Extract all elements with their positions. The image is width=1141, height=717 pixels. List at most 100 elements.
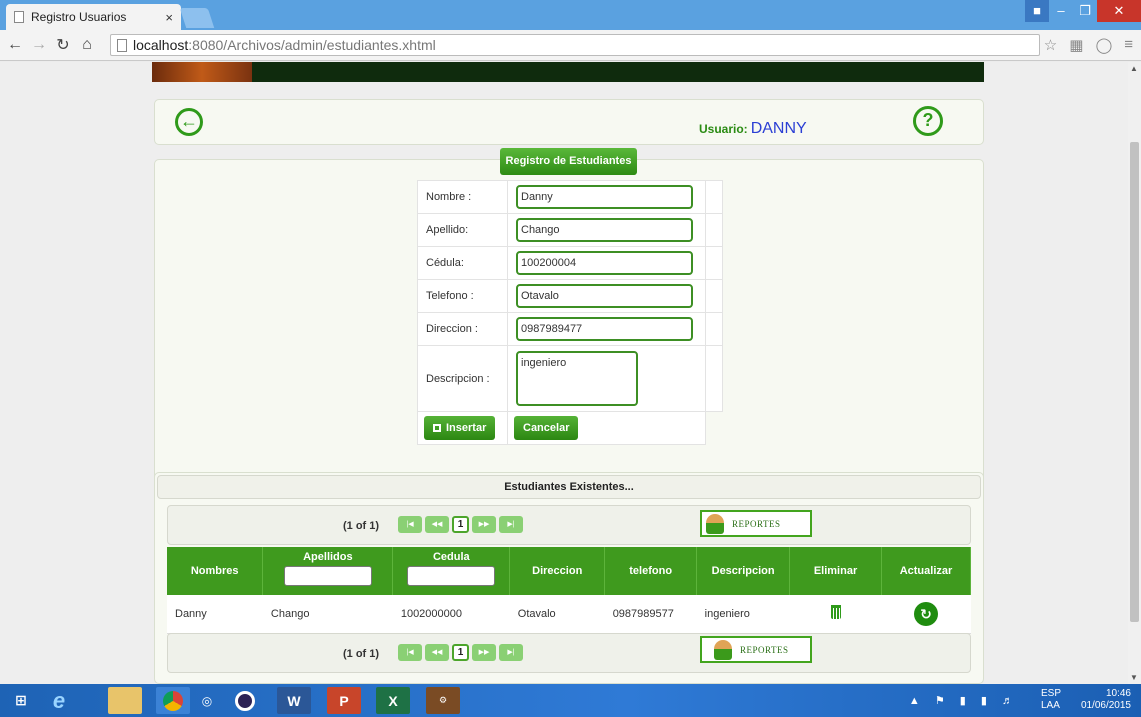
chrome-icon[interactable] [156, 687, 190, 714]
eclipse-icon[interactable] [228, 687, 262, 714]
prev-page-button[interactable]: ◀◀ [425, 644, 449, 661]
refresh-icon[interactable]: ↻ [913, 601, 938, 626]
reload-icon[interactable]: ↻ [54, 35, 72, 55]
telefono-input[interactable]: Otavalo [516, 284, 693, 308]
user-label: Usuario: DANNY [699, 120, 807, 138]
extension-circle-icon[interactable]: ◯ [1095, 36, 1112, 54]
col-cedula[interactable]: Cedula [392, 547, 511, 595]
person-icon [714, 639, 732, 660]
url-input[interactable]: localhost:8080/Archivos/admin/estudiante… [110, 34, 1040, 56]
direccion-input[interactable]: 0987989477 [516, 317, 693, 341]
student-form-panel: Registro de Estudiantes Nombre : Danny A… [154, 148, 984, 511]
url-path: :8080/Archivos/admin/estudiantes.xhtml [188, 37, 436, 53]
apellidos-filter-input[interactable] [283, 566, 372, 586]
cedula-filter-input[interactable] [407, 566, 496, 586]
cedula-input[interactable]: 100200004 [516, 251, 693, 275]
first-page-button[interactable]: |◀ [398, 516, 422, 533]
back-arrow-icon[interactable]: ← [175, 108, 203, 136]
new-tab-button[interactable] [179, 8, 215, 28]
next-page-button[interactable]: ▶▶ [472, 516, 496, 533]
field-label: Nombre : [417, 180, 508, 214]
page-number[interactable]: 1 [452, 644, 469, 661]
person-icon [706, 513, 724, 534]
menu-icon[interactable]: ≡ [1124, 36, 1133, 54]
back-nav-icon[interactable]: ← [6, 36, 24, 54]
prev-page-button[interactable]: ◀◀ [425, 516, 449, 533]
home-icon[interactable]: ⌂ [78, 36, 96, 54]
cancel-button[interactable]: Cancelar [514, 416, 579, 440]
close-window-icon[interactable]: ✕ [1097, 0, 1141, 22]
java-ide-icon[interactable]: ⚙ [426, 687, 460, 714]
reports-label: REPORTES [740, 644, 789, 655]
page-icon [14, 11, 24, 23]
cell-direccion: Otavalo [509, 595, 605, 634]
forward-nav-icon[interactable]: → [30, 36, 48, 54]
col-apellidos[interactable]: Apellidos [262, 547, 394, 595]
next-page-button[interactable]: ▶▶ [472, 644, 496, 661]
powerpoint-icon[interactable]: P [327, 687, 361, 714]
clock-date: 01/06/2015 [1080, 700, 1131, 711]
windows-start-icon[interactable]: ⊞ [4, 687, 38, 714]
list-title: Estudiantes Existentes... [157, 475, 981, 499]
cell-cedula: 1002000000 [392, 595, 510, 634]
first-page-button[interactable]: |◀ [398, 644, 422, 661]
help-icon[interactable]: ? [913, 106, 943, 136]
lang-bottom: LAA [1040, 700, 1060, 711]
browser-tab[interactable]: Registro Usuarios × [6, 4, 181, 30]
page-number[interactable]: 1 [452, 516, 469, 533]
table-header-row: Nombres Apellidos Cedula Direccion telef… [167, 547, 972, 595]
table-row: Danny Chango 1002000000 Otavalo 09879895… [167, 595, 971, 634]
file-explorer-icon[interactable] [108, 687, 142, 714]
students-list-panel: Estudiantes Existentes... (1 of 1) |◀ ◀◀… [154, 472, 984, 684]
paginator-top: (1 of 1) |◀ ◀◀ 1 ▶▶ ▶| REPORTES [167, 505, 971, 545]
word-icon[interactable]: W [277, 687, 311, 714]
browser-actions: ☆ ▦ ◯ ≡ [1044, 36, 1133, 54]
trash-icon[interactable] [830, 605, 841, 620]
windows-taskbar: ⊞ e ◎ W P X ⚙ ▲ ⚑ ▮ ▮ ♬ ESP LAA 10:46 01/0… [0, 684, 1141, 717]
reports-button[interactable]: REPORTES [700, 636, 812, 663]
page-info: (1 of 1) [343, 520, 380, 532]
reports-button[interactable]: REPORTES [700, 510, 812, 537]
url-host: localhost [133, 37, 189, 53]
cell-descripcion: ingeniero [696, 595, 790, 634]
insert-button[interactable]: Insertar [424, 416, 496, 440]
user-label-text: Usuario: [699, 122, 748, 136]
clock[interactable]: 10:46 01/06/2015 [1081, 688, 1131, 712]
postgres-icon[interactable]: ◎ [190, 687, 224, 714]
tab-close-icon[interactable]: × [165, 10, 173, 25]
form-title: Registro de Estudiantes [500, 148, 637, 175]
user-icon[interactable]: ■ [1025, 0, 1049, 22]
col-descripcion[interactable]: Descripcion [696, 547, 791, 595]
extension-icon[interactable]: ▦ [1069, 36, 1083, 54]
excel-icon[interactable]: X [376, 687, 410, 714]
col-direccion[interactable]: Direccion [509, 547, 606, 595]
clock-time: 10:46 [1105, 688, 1131, 699]
maximize-icon[interactable]: ❐ [1073, 0, 1097, 22]
system-tray-icons[interactable]: ▲ ⚑ ▮ ▮ ♬ [909, 694, 1019, 707]
top-panel: ← Usuario: DANNY ? [154, 99, 984, 145]
student-form: Nombre : Danny Apellido: Chango Cédula: … [417, 180, 723, 445]
insert-button-label: Insertar [446, 422, 487, 434]
bookmark-star-icon[interactable]: ☆ [1044, 36, 1057, 54]
nombre-input[interactable]: Danny [516, 185, 693, 209]
address-bar: ← → ↻ ⌂ localhost:8080/Archivos/admin/es… [0, 30, 1141, 61]
scroll-down-icon[interactable]: ▼ [1130, 673, 1138, 682]
cell-apellidos: Chango [262, 595, 393, 634]
language-indicator[interactable]: ESP LAA [1041, 688, 1061, 712]
cell-actualizar: ↻ [881, 595, 971, 634]
page-buttons: |◀ ◀◀ 1 ▶▶ ▶| [398, 644, 523, 661]
page-buttons: |◀ ◀◀ 1 ▶▶ ▶| [398, 516, 523, 533]
descripcion-textarea[interactable]: ingeniero [516, 351, 638, 406]
page-scrollbar[interactable]: ▲ ▼ [1128, 62, 1141, 684]
minimize-icon[interactable]: – [1049, 0, 1073, 22]
scroll-thumb[interactable] [1130, 142, 1139, 622]
col-apellidos-label: Apellidos [303, 551, 353, 563]
scroll-up-icon[interactable]: ▲ [1130, 64, 1138, 73]
last-page-button[interactable]: ▶| [499, 516, 523, 533]
window-controls: ■ – ❐ ✕ [1025, 0, 1141, 22]
col-nombres[interactable]: Nombres [167, 547, 264, 595]
internet-explorer-icon[interactable]: e [42, 687, 76, 714]
apellido-input[interactable]: Chango [516, 218, 693, 242]
last-page-button[interactable]: ▶| [499, 644, 523, 661]
col-telefono[interactable]: telefono [604, 547, 698, 595]
